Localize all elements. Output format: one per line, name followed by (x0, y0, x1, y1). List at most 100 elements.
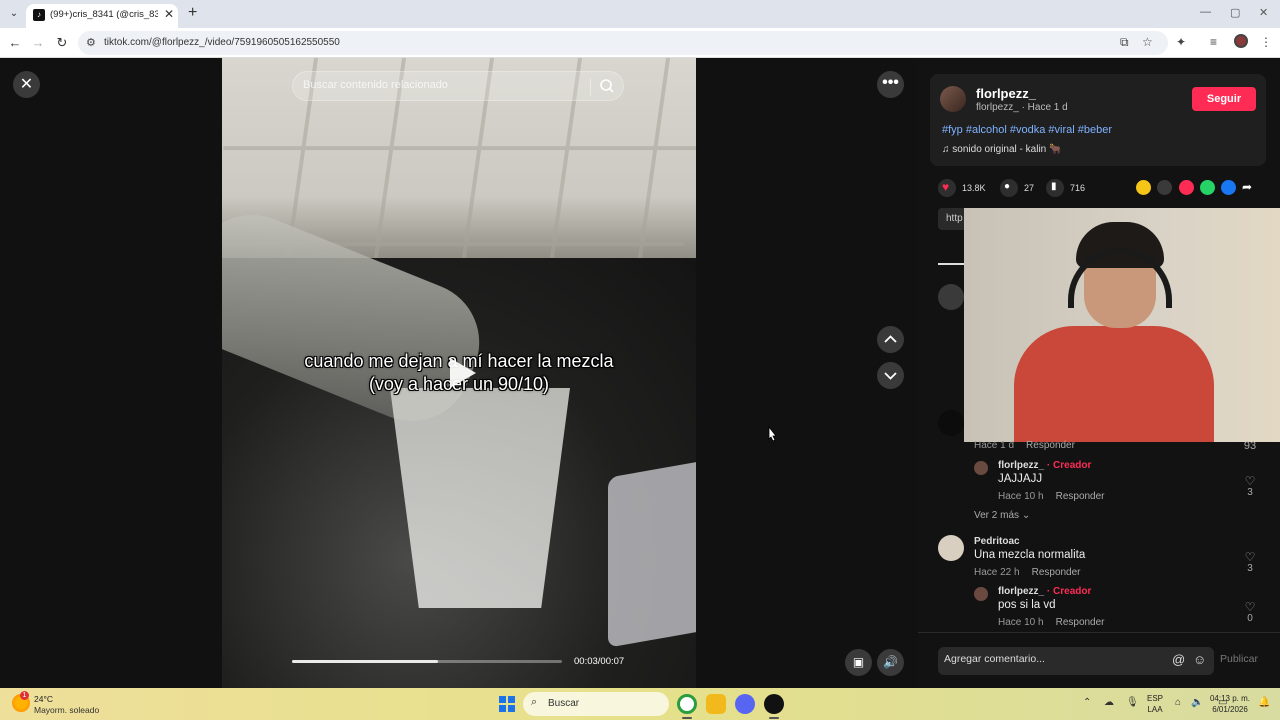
tab-close-icon[interactable]: ✕ (164, 7, 174, 21)
more-options-button[interactable]: ••• (877, 71, 904, 98)
comment-like[interactable]: ♡ 3 (1240, 475, 1260, 498)
play-icon[interactable] (440, 352, 482, 394)
volume-button[interactable]: 🔊 (877, 649, 904, 676)
tray-overflow-chevron-icon[interactable]: ⌃ (1083, 697, 1091, 708)
share-arrow-icon[interactable]: ➦ (1242, 180, 1257, 195)
windows-start-icon[interactable] (499, 696, 515, 712)
media-controls-icon[interactable]: ≡ (1210, 35, 1217, 49)
bookmark-icon: ▮ (1046, 179, 1064, 197)
comment-avatar[interactable] (974, 461, 988, 475)
coin-share-icon[interactable] (1136, 180, 1151, 195)
comment-list: Hace 1 d Responder 93 florlpezz_ · Creado… (918, 440, 1280, 632)
file-explorer-icon[interactable] (706, 694, 726, 714)
repost-icon[interactable] (1179, 180, 1194, 195)
reply-button[interactable]: Responder (1056, 491, 1105, 502)
clock-time[interactable]: 04:13 p. m. (1205, 694, 1255, 703)
publish-button[interactable]: Publicar (1220, 653, 1258, 665)
author-name[interactable]: florlpezz_ (976, 86, 1036, 101)
comment-like[interactable]: ♡ 0 (1240, 601, 1260, 624)
like-count: 13.8K (962, 183, 986, 193)
url-text[interactable]: tiktok.com/@florlpezz_/video/75919605051… (104, 37, 340, 48)
comment-avatar[interactable] (974, 587, 988, 601)
whatsapp-icon[interactable] (1200, 180, 1215, 195)
related-search-input[interactable] (303, 79, 583, 91)
mention-icon[interactable]: @ (1172, 652, 1185, 667)
comment-input-wrap[interactable]: @ ☺ (938, 647, 1214, 675)
comment-like[interactable]: ♡ 3 (1240, 551, 1260, 574)
facebook-icon[interactable] (1221, 180, 1236, 195)
language-code[interactable]: ESP (1144, 694, 1166, 703)
video-player[interactable]: cuando me dejan a mí hacer la mezcla (vo… (222, 58, 696, 688)
comment-text: Una mezcla normalita (974, 549, 1086, 561)
comment-stat[interactable]: ● 27 (1000, 178, 1034, 198)
language-layout[interactable]: LAA (1144, 705, 1166, 714)
like-stat[interactable]: ♥ 13.8K (938, 178, 986, 198)
chrome-app-icon[interactable] (677, 694, 697, 714)
comment-avatar[interactable] (938, 535, 964, 561)
new-tab-icon[interactable]: + (188, 4, 197, 22)
comment-like-count: 93 (1243, 440, 1257, 452)
forward-icon[interactable]: → (29, 34, 47, 52)
creator-badge: · Creador (1046, 460, 1092, 471)
chevron-up-icon (884, 335, 897, 343)
site-info-icon[interactable]: ⚙ (86, 36, 96, 49)
tab-list-chevron-icon[interactable]: ⌄ (6, 6, 22, 22)
minimize-icon[interactable]: — (1200, 6, 1211, 18)
extensions-icon[interactable]: ✦ (1176, 35, 1186, 49)
comment-avatar[interactable] (938, 410, 964, 436)
next-video-button[interactable] (877, 362, 904, 389)
related-search-bar[interactable] (292, 71, 624, 101)
taskbar-search-label: Buscar (548, 698, 580, 709)
comment-avatar[interactable] (938, 284, 964, 310)
comment-meta: Hace 10 h Responder (998, 617, 1105, 628)
video-time: 00:03/00:07 (574, 656, 625, 667)
author-avatar[interactable] (940, 86, 966, 112)
install-app-icon[interactable]: ⧉ (1120, 35, 1129, 50)
comment-username[interactable]: Pedritoac (974, 536, 1020, 547)
clock-date[interactable]: 6/01/2026 (1205, 705, 1255, 714)
weather-description[interactable]: Mayorm. soleado (34, 705, 99, 715)
emoji-icon[interactable]: ☺ (1193, 652, 1206, 667)
mini-player-button[interactable]: ▣ (845, 649, 872, 676)
view-more-replies[interactable]: Ver 2 más ⌄ (974, 510, 1030, 521)
comment-username[interactable]: florlpezz_ · Creador (998, 586, 1091, 597)
comment-input[interactable] (944, 653, 1164, 665)
address-bar[interactable]: ⚙ tiktok.com/@florlpezz_/video/759196050… (78, 31, 1168, 55)
music-note-icon: ♫ (942, 144, 950, 155)
profile-avatar[interactable] (1234, 34, 1248, 48)
notification-bell-icon[interactable]: 🔔 (1258, 697, 1270, 708)
tiktok-app-icon[interactable] (764, 694, 784, 714)
browser-tab[interactable]: ♪ (99+)cris_8341 (@cris_8341) | TikTok ✕ (26, 4, 178, 28)
maximize-icon[interactable]: ▢ (1230, 6, 1240, 19)
wifi-tray-icon[interactable]: ⌂ (1175, 697, 1181, 708)
menu-kebab-icon[interactable]: ⋮ (1260, 35, 1272, 49)
webcam-person-body (1014, 326, 1214, 442)
weather-temperature[interactable]: 24°C (34, 694, 53, 704)
window-close-icon[interactable]: ✕ (1259, 6, 1268, 19)
previous-video-button[interactable] (877, 326, 904, 353)
reply-button[interactable]: Responder (1056, 617, 1105, 628)
video-progress-fill (292, 660, 438, 663)
post-hashtags[interactable]: #fyp #alcohol #vodka #viral #beber (942, 124, 1112, 136)
comment-username[interactable]: florlpezz_ · Creador (998, 460, 1091, 471)
discord-app-icon[interactable] (735, 694, 755, 714)
taskbar-search[interactable]: ⌕ Buscar (523, 692, 669, 716)
reply-button[interactable]: Responder (1026, 440, 1075, 451)
post-sound[interactable]: ♫ sonido original - kalin 🐂 (942, 144, 1061, 155)
microphone-tray-icon[interactable]: 🎙 (1126, 697, 1139, 708)
reload-icon[interactable]: ↻ (53, 34, 71, 52)
back-icon[interactable]: ← (6, 34, 24, 52)
comment-bubble-icon: ● (1000, 179, 1018, 197)
reply-button[interactable]: Responder (1032, 567, 1081, 578)
embed-code-icon[interactable] (1157, 180, 1172, 195)
save-stat[interactable]: ▮ 716 (1046, 178, 1085, 198)
video-progress-bar[interactable] (292, 660, 562, 663)
follow-button[interactable]: Seguir (1192, 87, 1256, 111)
volume-tray-icon[interactable]: 🔈 (1191, 697, 1203, 708)
network-tray-icon[interactable]: ☁ (1104, 697, 1114, 708)
search-icon[interactable] (599, 78, 615, 94)
comment-meta: Hace 22 h Responder (974, 567, 1081, 578)
bookmark-star-icon[interactable]: ☆ (1142, 35, 1153, 49)
close-video-button[interactable]: ✕ (13, 71, 40, 98)
post-info-card: florlpezz_ florlpezz_ · Hace 1 d Seguir … (930, 74, 1266, 166)
